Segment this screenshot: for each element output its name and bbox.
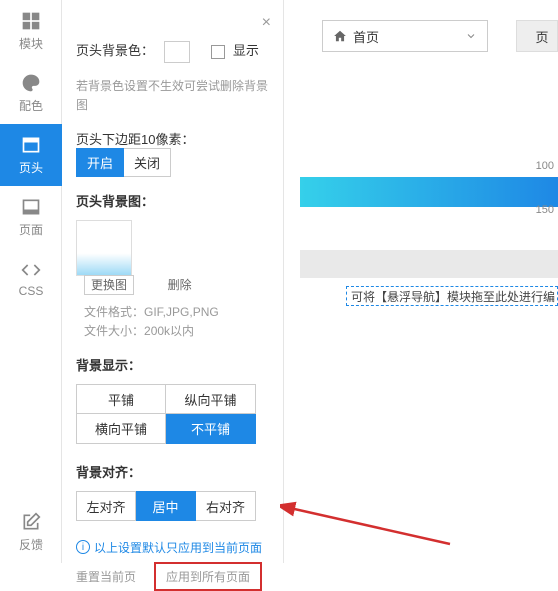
- show-checkbox[interactable]: [211, 45, 225, 59]
- edit-icon: [21, 512, 41, 532]
- close-icon[interactable]: ×: [262, 14, 271, 32]
- bg-display-section-title: 背景显示：: [76, 355, 269, 374]
- align-left-button[interactable]: 左对齐: [76, 491, 136, 521]
- margin-on-button[interactable]: 开启: [76, 148, 124, 177]
- align-right-button[interactable]: 右对齐: [196, 491, 256, 521]
- sidebar: 模块 配色 页头 页面 CSS 反馈: [0, 0, 62, 563]
- page-icon: [21, 197, 41, 217]
- drop-zone-hint: 可将【悬浮导航】模块拖至此处进行编: [346, 286, 558, 306]
- chevron-down-icon: [465, 30, 477, 42]
- tile-button[interactable]: 平铺: [76, 384, 166, 414]
- bgimg-thumbnail[interactable]: [76, 220, 132, 276]
- margin-label: 页头下边距10像素：: [76, 132, 194, 147]
- bgcolor-swatch[interactable]: [164, 41, 190, 63]
- file-size-value: 200k以内: [144, 324, 194, 338]
- tile-v-button[interactable]: 纵向平铺: [166, 384, 256, 414]
- apply-all-pages-button[interactable]: 应用到所有页面: [154, 562, 262, 591]
- file-format-value: GIF,JPG,PNG: [144, 305, 219, 319]
- sidebar-label: 配色: [19, 97, 43, 114]
- sidebar-item-color[interactable]: 配色: [0, 62, 62, 124]
- info-note: i 以上设置默认只应用到当前页面: [76, 539, 269, 556]
- reset-current-page-link[interactable]: 重置当前页: [76, 568, 136, 585]
- ruler-mark-150: 150: [536, 204, 554, 216]
- code-icon: [21, 260, 41, 280]
- sidebar-item-module[interactable]: 模块: [0, 0, 62, 62]
- show-label: 显示: [233, 43, 259, 58]
- info-note-text: 以上设置默认只应用到当前页面: [94, 539, 262, 556]
- no-tile-button[interactable]: 不平铺: [166, 414, 256, 444]
- tile-button-group: 平铺 纵向平铺 横向平铺 不平铺: [76, 384, 258, 444]
- header-preview-bar: [300, 177, 558, 207]
- tile-h-button[interactable]: 横向平铺: [76, 414, 166, 444]
- bgcolor-hint: 若背景色设置不生效可尝试删除背景图: [76, 77, 269, 115]
- sidebar-label: CSS: [19, 284, 44, 298]
- sidebar-item-feedback[interactable]: 反馈: [0, 501, 62, 563]
- info-icon: i: [76, 540, 90, 554]
- sidebar-label: 模块: [19, 35, 43, 52]
- nav-preview-bar: [300, 250, 558, 278]
- grid-icon: [21, 11, 41, 31]
- sidebar-item-page[interactable]: 页面: [0, 186, 62, 248]
- replace-img-button[interactable]: 更换图: [84, 275, 134, 295]
- ruler-mark-100: 100: [536, 160, 554, 172]
- home-icon: [333, 29, 347, 43]
- bg-align-section-title: 背景对齐：: [76, 462, 269, 481]
- sidebar-label: 反馈: [19, 536, 43, 553]
- margin-off-button[interactable]: 关闭: [124, 148, 171, 177]
- settings-panel: × 页头背景色： 显示 若背景色设置不生效可尝试删除背景图 页头下边距10像素：…: [62, 0, 284, 563]
- delete-img-button[interactable]: 删除: [168, 278, 192, 292]
- file-size-label: 文件大小：: [84, 324, 144, 338]
- dropdown-label: 首页: [353, 27, 379, 46]
- sidebar-label: 页头: [19, 159, 43, 176]
- side-button[interactable]: 页: [516, 20, 558, 52]
- header-icon: [21, 135, 41, 155]
- sidebar-item-css[interactable]: CSS: [0, 248, 62, 310]
- preview-area: 首页 页 100 150 可将【悬浮导航】模块拖至此处进行编: [300, 0, 558, 563]
- sidebar-item-header[interactable]: 页头: [0, 124, 62, 186]
- align-center-button[interactable]: 居中: [136, 491, 196, 521]
- bgimg-section-title: 页头背景图：: [76, 191, 269, 210]
- palette-icon: [21, 73, 41, 93]
- sidebar-label: 页面: [19, 221, 43, 238]
- bgcolor-label: 页头背景色：: [76, 43, 154, 58]
- align-button-group: 左对齐 居中 右对齐: [76, 491, 269, 521]
- file-format-label: 文件格式：: [84, 305, 144, 319]
- page-dropdown[interactable]: 首页: [322, 20, 488, 52]
